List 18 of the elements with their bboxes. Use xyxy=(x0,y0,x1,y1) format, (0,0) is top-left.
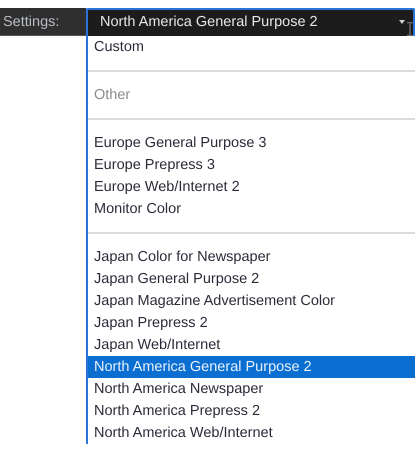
settings-label: Settings: xyxy=(0,8,86,36)
dropdown-option[interactable]: Japan Prepress 2 xyxy=(88,312,415,334)
dropdown-option[interactable]: Europe Web/Internet 2 xyxy=(88,176,415,198)
dropdown-option[interactable]: Europe Prepress 3 xyxy=(88,154,415,176)
dropdown-option[interactable]: Monitor Color xyxy=(88,198,415,220)
dropdown-option[interactable]: North America Web/Internet xyxy=(88,422,415,444)
dropdown-option[interactable]: Japan Web/Internet xyxy=(88,334,415,356)
dropdown-option[interactable]: North America General Purpose 2 xyxy=(88,356,415,378)
dropdown-option[interactable]: Custom xyxy=(88,36,415,58)
dropdown-option[interactable]: Europe General Purpose 3 xyxy=(88,132,415,154)
dropdown-option[interactable]: Japan General Purpose 2 xyxy=(88,268,415,290)
dropdown-option[interactable]: Japan Color for Newspaper xyxy=(88,246,415,268)
caret-icon xyxy=(399,20,405,24)
dropdown-option[interactable]: North America Prepress 2 xyxy=(88,400,415,422)
settings-dropdown[interactable]: North America General Purpose 2 xyxy=(86,8,415,36)
text-cursor-icon xyxy=(407,22,413,36)
dropdown-option[interactable]: North America Newspaper xyxy=(88,378,415,400)
dropdown-option[interactable]: Japan Magazine Advertisement Color xyxy=(88,290,415,312)
